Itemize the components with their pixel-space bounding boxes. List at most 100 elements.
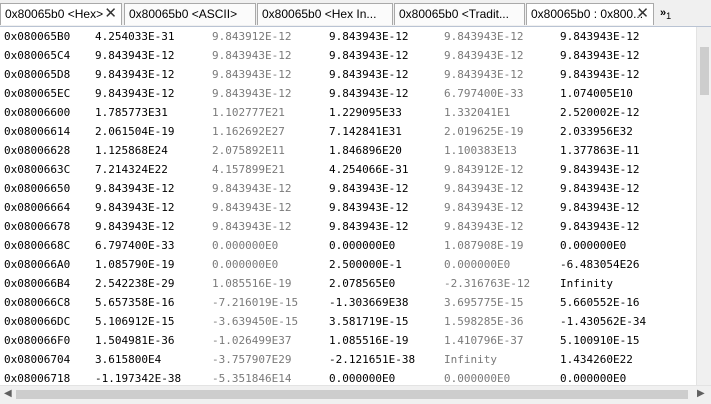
close-icon[interactable]: ✕ <box>636 4 649 24</box>
value-cell[interactable]: 2.033956E32 <box>560 122 633 141</box>
memory-row[interactable]: 0x08006664 9.843943E-12 9.843943E-12 9.8439… <box>0 198 696 217</box>
value-cell[interactable]: 1.846896E20 <box>329 141 402 160</box>
scroll-left-arrow-icon[interactable]: ◀ <box>4 388 12 399</box>
value-cell[interactable]: 3.581719E-15 <box>329 312 408 331</box>
value-cell[interactable]: 7.214324E22 <box>95 160 168 179</box>
value-cell[interactable]: 9.843943E-12 <box>212 46 291 65</box>
horizontal-scrollbar[interactable]: ◀ ▶ <box>0 385 711 404</box>
value-cell[interactable]: 9.843943E-12 <box>444 27 523 46</box>
value-cell[interactable]: 1.410796E-37 <box>444 331 523 350</box>
value-cell[interactable]: 9.843943E-12 <box>212 198 291 217</box>
value-cell[interactable]: 9.843943E-12 <box>95 46 174 65</box>
memory-row[interactable]: 0x08006600 1.785773E31 1.102777E21 1.229095… <box>0 103 696 122</box>
memory-row[interactable]: 0x08006614 2.061504E-19 1.162692E27 7.14284… <box>0 122 696 141</box>
memory-row[interactable]: 0x080066B4 2.542238E-29 1.085516E-19 2.0785… <box>0 274 696 293</box>
memory-row[interactable]: 0x080066DC 5.106912E-15 -3.639450E-15 3.581… <box>0 312 696 331</box>
value-cell[interactable]: -1.430562E-34 <box>560 312 646 331</box>
value-cell[interactable]: Infinity <box>444 350 497 369</box>
value-cell[interactable]: 1.229095E33 <box>329 103 402 122</box>
value-cell[interactable]: 1.332041E1 <box>444 103 510 122</box>
value-cell[interactable]: 1.598285E-36 <box>444 312 523 331</box>
value-cell[interactable]: 9.843943E-12 <box>560 198 639 217</box>
memory-row[interactable]: 0x080065EC 9.843943E-12 9.843943E-12 9.8439… <box>0 84 696 103</box>
value-cell[interactable]: 9.843943E-12 <box>329 65 408 84</box>
value-cell[interactable]: 0.000000E0 <box>329 369 395 385</box>
value-cell[interactable]: 3.695775E-15 <box>444 293 523 312</box>
tab-hex-integer[interactable]: 0x80065b0 <Hex In... <box>257 3 393 25</box>
memory-row[interactable]: 0x08006704 3.615800E4 -3.757907E29 -2.12165… <box>0 350 696 369</box>
value-cell[interactable]: 9.843943E-12 <box>95 217 174 236</box>
value-cell[interactable]: -3.639450E-15 <box>212 312 298 331</box>
value-cell[interactable]: 1.785773E31 <box>95 103 168 122</box>
memory-row[interactable]: 0x080065D8 9.843943E-12 9.843943E-12 9.8439… <box>0 65 696 84</box>
value-cell[interactable]: -2.316763E-12 <box>444 274 530 293</box>
value-cell[interactable]: 5.660552E-16 <box>560 293 639 312</box>
memory-row[interactable]: 0x080065C4 9.843943E-12 9.843943E-12 9.8439… <box>0 46 696 65</box>
horizontal-scroll-thumb[interactable] <box>16 390 688 399</box>
memory-row[interactable]: 0x0800668C 6.797400E-33 0.000000E0 0.000000… <box>0 236 696 255</box>
value-cell[interactable]: 6.797400E-33 <box>444 84 523 103</box>
value-cell[interactable]: -1.197342E-38 <box>95 369 181 385</box>
value-cell[interactable]: 2.078565E0 <box>329 274 395 293</box>
value-cell[interactable]: 9.843943E-12 <box>560 65 639 84</box>
memory-row[interactable]: 0x080066C8 5.657358E-16 -7.216019E-15 -1.30… <box>0 293 696 312</box>
memory-row[interactable]: 0x08006678 9.843943E-12 9.843943E-12 9.8439… <box>0 217 696 236</box>
value-cell[interactable]: -5.351846E14 <box>212 369 291 385</box>
value-cell[interactable]: -6.483054E26 <box>560 255 639 274</box>
memory-row[interactable]: 0x080065B0 4.254033E-31 9.843912E-12 9.8439… <box>0 27 696 46</box>
value-cell[interactable]: 1.085516E-19 <box>212 274 291 293</box>
value-cell[interactable]: 0.000000E0 <box>329 236 395 255</box>
value-cell[interactable]: 9.843943E-12 <box>560 217 639 236</box>
value-cell[interactable]: -2.121651E-38 <box>329 350 415 369</box>
value-cell[interactable]: -3.757907E29 <box>212 350 291 369</box>
value-cell[interactable]: 9.843943E-12 <box>212 179 291 198</box>
value-cell[interactable]: 1.087908E-19 <box>444 236 523 255</box>
value-cell[interactable]: 1.125868E24 <box>95 141 168 160</box>
value-cell[interactable]: 9.843943E-12 <box>329 46 408 65</box>
value-cell[interactable]: 9.843943E-12 <box>95 198 174 217</box>
value-cell[interactable]: 9.843943E-12 <box>329 84 408 103</box>
value-cell[interactable]: 4.254066E-31 <box>329 160 408 179</box>
value-cell[interactable]: 5.106912E-15 <box>95 312 174 331</box>
value-cell[interactable]: 9.843943E-12 <box>560 160 639 179</box>
value-cell[interactable]: 9.843943E-12 <box>444 65 523 84</box>
tab-overflow-button[interactable]: »1 <box>660 4 704 24</box>
value-cell[interactable]: 1.162692E27 <box>212 122 285 141</box>
value-cell[interactable]: 9.843943E-12 <box>329 198 408 217</box>
value-cell[interactable]: 1.100383E13 <box>444 141 517 160</box>
value-cell[interactable]: 4.254033E-31 <box>95 27 174 46</box>
value-cell[interactable]: 2.061504E-19 <box>95 122 174 141</box>
value-cell[interactable]: 9.843943E-12 <box>212 84 291 103</box>
vertical-scrollbar[interactable] <box>696 27 711 385</box>
value-cell[interactable]: 9.843943E-12 <box>560 46 639 65</box>
value-cell[interactable]: 9.843943E-12 <box>95 84 174 103</box>
value-cell[interactable]: 9.843943E-12 <box>329 217 408 236</box>
memory-row[interactable]: 0x080066A0 1.085790E-19 0.000000E0 2.500000… <box>0 255 696 274</box>
value-cell[interactable]: 1.102777E21 <box>212 103 285 122</box>
value-cell[interactable]: 9.843943E-12 <box>444 198 523 217</box>
value-cell[interactable]: 9.843943E-12 <box>444 217 523 236</box>
value-cell[interactable]: 9.843943E-12 <box>95 65 174 84</box>
value-cell[interactable]: 1.074005E10 <box>560 84 633 103</box>
memory-row[interactable]: 0x08006718 -1.197342E-38 -5.351846E14 0.000… <box>0 369 696 385</box>
value-cell[interactable]: 1.434260E22 <box>560 350 633 369</box>
value-cell[interactable]: 9.843943E-12 <box>444 179 523 198</box>
value-cell[interactable]: 5.100910E-15 <box>560 331 639 350</box>
value-cell[interactable]: 9.843943E-12 <box>212 65 291 84</box>
value-cell[interactable]: 1.085790E-19 <box>95 255 174 274</box>
value-cell[interactable]: Infinity <box>560 274 613 293</box>
scroll-right-arrow-icon[interactable]: ▶ <box>697 388 705 399</box>
value-cell[interactable]: 2.019625E-19 <box>444 122 523 141</box>
value-cell[interactable]: 0.000000E0 <box>560 236 626 255</box>
value-cell[interactable]: 6.797400E-33 <box>95 236 174 255</box>
value-cell[interactable]: 1.504981E-36 <box>95 331 174 350</box>
value-cell[interactable]: 9.843943E-12 <box>444 46 523 65</box>
value-cell[interactable]: 9.843943E-12 <box>329 179 408 198</box>
value-cell[interactable]: 1.085516E-19 <box>329 331 408 350</box>
value-cell[interactable]: 5.657358E-16 <box>95 293 174 312</box>
vertical-scroll-thumb[interactable] <box>700 47 709 95</box>
value-cell[interactable]: 3.615800E4 <box>95 350 161 369</box>
value-cell[interactable]: 9.843943E-12 <box>560 179 639 198</box>
value-cell[interactable]: -1.026499E37 <box>212 331 291 350</box>
memory-row[interactable]: 0x08006650 9.843943E-12 9.843943E-12 9.8439… <box>0 179 696 198</box>
